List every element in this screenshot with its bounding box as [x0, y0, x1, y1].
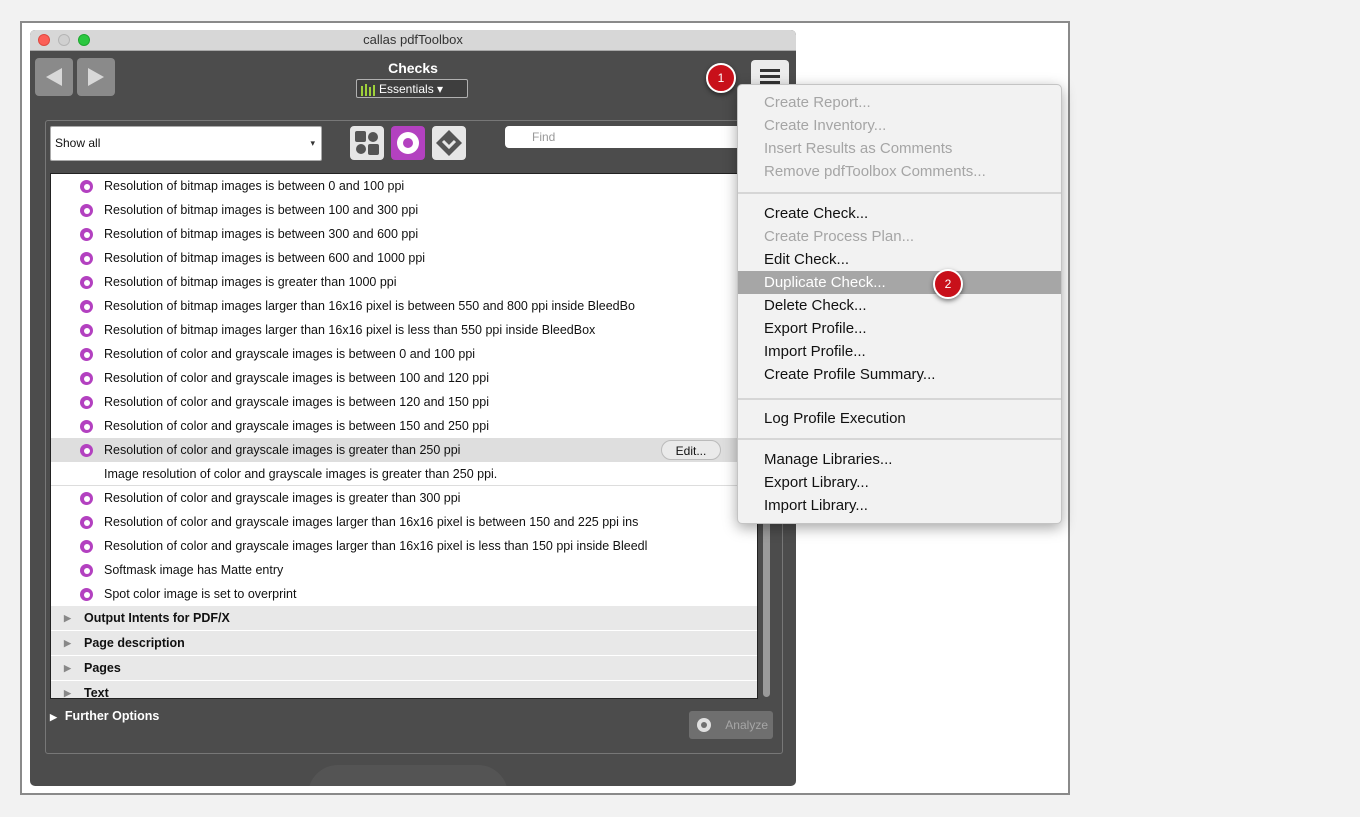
check-icon	[80, 348, 93, 361]
menu-item-import-profile[interactable]: Import Profile...	[738, 340, 1061, 363]
check-icon	[80, 540, 93, 553]
actions-menu: Create Report... Create Inventory... Ins…	[737, 84, 1062, 524]
fixup-icon	[355, 131, 379, 155]
check-icon	[80, 588, 93, 601]
list-item[interactable]: Resolution of bitmap images is between 3…	[51, 222, 757, 246]
window-bottom-tab	[308, 765, 508, 786]
checks-list[interactable]: Resolution of bitmap images is between 0…	[50, 173, 758, 699]
check-icon	[80, 492, 93, 505]
list-item[interactable]: Resolution of bitmap images larger than …	[51, 318, 757, 342]
check-icon	[80, 516, 93, 529]
check-icon	[80, 300, 93, 313]
menu-item-create-inventory: Create Inventory...	[764, 117, 887, 134]
menu-item-manage-libraries[interactable]: Manage Libraries...	[738, 448, 1061, 471]
analyze-button[interactable]: Analyze	[689, 711, 773, 739]
menu-item-create-report: Create Report...	[764, 94, 871, 111]
page-title: Checks	[388, 60, 438, 76]
list-item[interactable]: Resolution of color and grayscale images…	[51, 510, 757, 534]
menu-item-create-profile-summary[interactable]: Create Profile Summary...	[738, 363, 1061, 386]
check-icon	[80, 276, 93, 289]
further-options-toggle[interactable]: ▶ Further Options	[50, 709, 159, 723]
check-icon	[80, 228, 93, 241]
menu-separator	[738, 192, 1061, 194]
disclosure-triangle-icon[interactable]: ▶	[64, 606, 71, 630]
menu-separator	[738, 398, 1061, 400]
profile-icon	[436, 130, 462, 156]
group-text[interactable]: ▶ Text	[51, 681, 757, 698]
list-item[interactable]: Resolution of color and grayscale images…	[51, 486, 757, 510]
close-window-button[interactable]	[38, 34, 50, 46]
menu-item-delete-check[interactable]: Delete Check...	[738, 294, 1061, 317]
list-item[interactable]: Resolution of bitmap images larger than …	[51, 294, 757, 318]
check-icon	[80, 180, 93, 193]
library-selector[interactable]: Essentials ▾	[356, 79, 468, 98]
list-item[interactable]: Resolution of bitmap images is greater t…	[51, 270, 757, 294]
library-name: Essentials	[379, 82, 434, 96]
list-item[interactable]: Resolution of color and grayscale images…	[51, 366, 757, 390]
filter-dropdown[interactable]: Show all ▾	[50, 126, 322, 161]
zoom-window-button[interactable]	[78, 34, 90, 46]
list-item[interactable]: Resolution of color and grayscale images…	[51, 390, 757, 414]
menu-item-export-profile[interactable]: Export Profile...	[738, 317, 1061, 340]
disclosure-triangle-icon: ▶	[50, 712, 57, 722]
filter-fixups-button[interactable]	[350, 126, 384, 160]
menu-item-create-check[interactable]: Create Check...	[738, 202, 1061, 225]
group-pages[interactable]: ▶ Pages	[51, 656, 757, 681]
check-description: Image resolution of color and grayscale …	[51, 462, 757, 486]
menu-item-export-library[interactable]: Export Library...	[738, 471, 1061, 494]
check-icon	[697, 718, 711, 732]
menu-item-duplicate-check[interactable]: Duplicate Check...	[738, 271, 1061, 294]
menu-separator	[738, 438, 1061, 440]
check-icon	[80, 564, 93, 577]
title-bar: callas pdfToolbox	[30, 30, 796, 51]
list-item[interactable]: Resolution of color and grayscale images…	[51, 342, 757, 366]
disclosure-triangle-icon[interactable]: ▶	[64, 681, 71, 698]
menu-item-insert-results: Insert Results as Comments	[764, 140, 953, 157]
check-icon	[80, 324, 93, 337]
menu-icon-line	[760, 69, 780, 72]
check-icon	[80, 372, 93, 385]
app-window: callas pdfToolbox Checks Essentials ▾ Sh…	[30, 30, 796, 786]
menu-item-log-profile-execution[interactable]: Log Profile Execution	[738, 407, 1061, 430]
list-item[interactable]: Softmask image has Matte entry	[51, 558, 757, 582]
check-icon	[80, 396, 93, 409]
filter-profiles-button[interactable]	[432, 126, 466, 160]
list-item[interactable]: Resolution of bitmap images is between 6…	[51, 246, 757, 270]
list-item[interactable]: Resolution of bitmap images is between 0…	[51, 174, 757, 198]
library-bars-icon	[361, 83, 375, 96]
search-input[interactable]: Find	[505, 126, 745, 148]
chevron-down-icon: ▾	[433, 82, 444, 96]
minimize-window-button[interactable]	[58, 34, 70, 46]
window-title: callas pdfToolbox	[363, 32, 463, 47]
check-icon	[80, 420, 93, 433]
menu-item-remove-comments: Remove pdfToolbox Comments...	[764, 163, 986, 180]
disclosure-triangle-icon[interactable]: ▶	[64, 656, 71, 680]
menu-item-edit-check[interactable]: Edit Check...	[738, 248, 1061, 271]
selected-list-item[interactable]: Resolution of color and grayscale images…	[51, 438, 757, 462]
check-icon	[80, 252, 93, 265]
filter-selected: Show all	[55, 136, 101, 150]
list-item[interactable]: Spot color image is set to overprint	[51, 582, 757, 606]
list-item[interactable]: Resolution of color and grayscale images…	[51, 414, 757, 438]
callout-badge-1: 1	[706, 63, 736, 93]
list-item[interactable]: Resolution of bitmap images is between 1…	[51, 198, 757, 222]
search-placeholder: Find	[532, 130, 556, 144]
dropdown-arrow-icon: ▾	[310, 138, 315, 148]
edit-check-button[interactable]: Edit...	[661, 440, 721, 460]
list-item[interactable]: Resolution of color and grayscale images…	[51, 534, 757, 558]
callout-badge-2: 2	[933, 269, 963, 299]
menu-icon-line	[760, 75, 780, 78]
filter-checks-button[interactable]	[391, 126, 425, 160]
check-icon	[80, 204, 93, 217]
menu-item-create-process-plan: Create Process Plan...	[764, 228, 915, 245]
menu-item-import-library[interactable]: Import Library...	[738, 494, 1061, 517]
check-icon	[80, 444, 93, 457]
group-page-description[interactable]: ▶ Page description	[51, 631, 757, 656]
check-icon	[397, 132, 419, 154]
disclosure-triangle-icon[interactable]: ▶	[64, 631, 71, 655]
group-output-intents[interactable]: ▶ Output Intents for PDF/X	[51, 606, 757, 631]
